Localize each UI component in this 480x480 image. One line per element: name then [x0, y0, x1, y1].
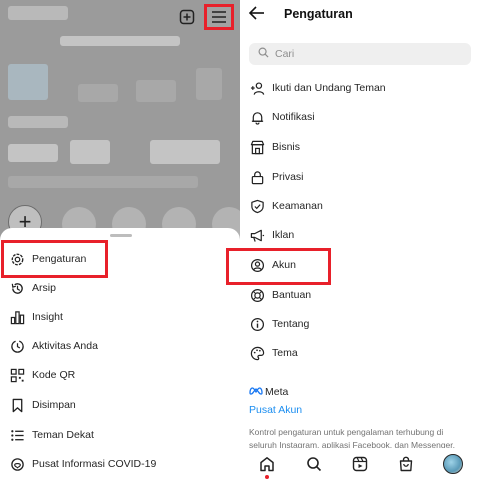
new-post-icon[interactable] [178, 8, 196, 26]
search-icon[interactable] [303, 453, 325, 475]
profile-top-icons [178, 4, 234, 30]
search-icon [258, 45, 269, 63]
sheet-item-label: Teman Dekat [32, 429, 94, 441]
sheet-item-qr-code[interactable]: Kode QR [0, 361, 240, 389]
bottom-navigation [240, 448, 480, 480]
avatar [442, 454, 463, 474]
shop-icon[interactable] [395, 453, 417, 475]
highlight-account-box [226, 248, 331, 285]
settings-item-label: Notifikasi [272, 111, 315, 123]
settings-item-theme[interactable]: Tema [240, 340, 480, 366]
blurred-bio-line [8, 116, 68, 128]
add-person-icon [249, 80, 265, 96]
settings-item-label: Tema [272, 347, 298, 359]
settings-item-help[interactable]: Bantuan [240, 282, 480, 308]
qr-code-icon [9, 367, 25, 383]
store-icon [249, 139, 265, 155]
settings-screen: Pengaturan Ikuti dan Undang Teman Notifi… [226, 0, 480, 480]
search-input[interactable] [275, 48, 455, 60]
blurred-username [8, 6, 68, 20]
palette-icon [249, 345, 265, 361]
bookmark-icon [9, 397, 25, 413]
settings-item-follow-invite[interactable]: Ikuti dan Undang Teman [240, 75, 480, 101]
blurred-bio-line [8, 144, 58, 162]
settings-item-label: Bantuan [272, 289, 312, 301]
activity-clock-icon [9, 338, 25, 354]
close-friends-list-icon [9, 427, 25, 443]
sheet-item-saved[interactable]: Disimpan [0, 391, 240, 419]
megaphone-icon [249, 227, 265, 243]
sheet-item-label: Pusat Informasi COVID-19 [32, 458, 157, 470]
meta-logo-icon [249, 386, 263, 398]
meta-brand: Meta [249, 386, 288, 398]
profile-menu-sheet: Pengaturan Arsip Insight Aktivitas Anda … [0, 228, 240, 480]
notification-dot [265, 475, 270, 479]
info-icon [249, 316, 265, 332]
settings-item-label: Keamanan [272, 200, 323, 212]
sheet-item-label: Aktivitas Anda [32, 340, 98, 352]
blurred-banner [60, 36, 180, 46]
sheet-item-label: Insight [32, 311, 63, 323]
bell-icon [249, 109, 265, 125]
accounts-center-link[interactable]: Pusat Akun [249, 404, 302, 416]
blurred-avatar [8, 64, 48, 100]
hamburger-menu-icon[interactable] [204, 4, 234, 30]
reels-icon[interactable] [349, 453, 371, 475]
sheet-item-label: Disimpan [32, 399, 76, 411]
blurred-bio-line [150, 140, 220, 164]
instagram-profile-screen: + Pengaturan Arsip Insight Aktivitas And… [0, 0, 240, 480]
lock-icon [249, 169, 265, 185]
settings-item-notifications[interactable]: Notifikasi [240, 104, 480, 130]
settings-item-ads[interactable]: Iklan [240, 222, 480, 248]
sheet-drag-handle[interactable] [110, 234, 132, 237]
sheet-item-label: Kode QR [32, 369, 76, 381]
blurred-bio-line [8, 176, 198, 188]
archive-history-icon [9, 280, 25, 296]
home-icon[interactable] [256, 453, 278, 479]
settings-item-label: Ikuti dan Undang Teman [272, 82, 386, 94]
sheet-item-archive[interactable]: Arsip [0, 274, 240, 302]
covid-info-icon [9, 456, 25, 472]
settings-item-business[interactable]: Bisnis [240, 134, 480, 160]
shield-icon [249, 198, 265, 214]
blurred-stat [196, 68, 222, 100]
sheet-item-insight[interactable]: Insight [0, 303, 240, 331]
page-title: Pengaturan [284, 7, 353, 21]
search-bar[interactable] [249, 43, 471, 65]
sheet-item-covid-info[interactable]: Pusat Informasi COVID-19 [0, 450, 240, 478]
settings-item-label: Privasi [272, 171, 304, 183]
settings-item-label: Tentang [272, 318, 310, 330]
sheet-item-activity[interactable]: Aktivitas Anda [0, 332, 240, 360]
lifebuoy-icon [249, 287, 265, 303]
back-arrow-icon[interactable] [248, 5, 268, 23]
insights-bar-icon [9, 309, 25, 325]
blurred-stat [136, 80, 176, 102]
settings-item-security[interactable]: Keamanan [240, 193, 480, 219]
blurred-bio-line [70, 140, 110, 164]
settings-item-privacy[interactable]: Privasi [240, 164, 480, 190]
sheet-item-close-friends[interactable]: Teman Dekat [0, 421, 240, 449]
settings-item-label: Bisnis [272, 141, 301, 153]
profile-avatar[interactable] [442, 453, 464, 475]
sheet-item-label: Arsip [32, 282, 56, 294]
meta-brand-label: Meta [265, 386, 289, 398]
highlight-settings-box [1, 240, 108, 278]
settings-item-label: Iklan [272, 229, 295, 241]
settings-item-about[interactable]: Tentang [240, 311, 480, 337]
blurred-stat [78, 84, 118, 102]
